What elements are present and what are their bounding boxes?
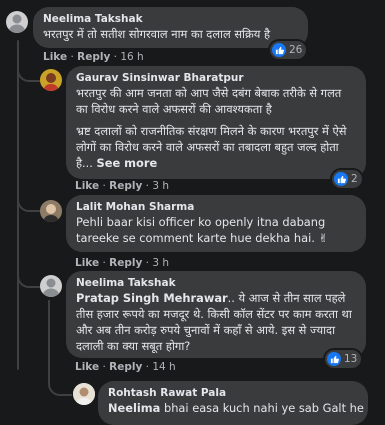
timestamp[interactable]: 16 h	[120, 51, 143, 63]
comment-meta: Like · Reply · 16 h	[43, 51, 144, 63]
profile-photo-icon	[40, 200, 62, 222]
avatar[interactable]	[73, 383, 95, 405]
comment-author[interactable]: Neelima Takshak	[43, 12, 298, 26]
avatar[interactable]	[40, 275, 62, 297]
comment-bubble: Neelima Takshak Pratap Singh Mehrawar.. …	[66, 271, 366, 358]
comment-author[interactable]: Gaurav Sinsinwar Bharatpur	[76, 71, 356, 85]
comment-bubble: Neelima Takshak भरतपुर में तो सतीश सोगरव…	[33, 7, 308, 48]
mention-link[interactable]: Pratap Singh Mehrawar	[76, 291, 228, 305]
see-more-link[interactable]: See more	[97, 156, 158, 170]
comment-bubble: Rohtash Rawat Pala Neelima bhai easa kuc…	[98, 381, 368, 425]
user-placeholder-icon	[42, 278, 60, 297]
like-link[interactable]: Like	[75, 361, 99, 373]
avatar[interactable]	[6, 11, 28, 33]
like-reaction-icon	[334, 172, 348, 186]
like-reaction-icon	[327, 352, 341, 366]
profile-photo-icon	[40, 69, 62, 91]
comment-text-paragraph-1: भरतपुर की आम जनता को आप जैसे दबंग बेबाक …	[76, 86, 342, 116]
mention-link[interactable]: Neelima	[108, 401, 160, 415]
comment-text-paragraph-2: भ्रष्ट दलालों को राजनीतिक संरक्षण मिलने …	[76, 123, 356, 171]
reaction-count[interactable]: 2	[332, 170, 362, 188]
timestamp[interactable]: 14 h	[152, 361, 175, 373]
avatar[interactable]	[40, 200, 62, 222]
comment-text: Pehli baar kisi officer ko openly itna d…	[76, 215, 329, 245]
like-reaction-icon	[272, 43, 286, 57]
comment-author[interactable]: Rohtash Rawat Pala	[108, 386, 358, 400]
comment-bubble: Lalit Mohan Sharma Pehli baar kisi offic…	[66, 195, 366, 252]
reaction-number: 26	[289, 44, 303, 56]
timestamp[interactable]: 3 h	[152, 257, 169, 269]
comment-text: भरतपुर में तो सतीश सोगरवाल नाम का दलाल स…	[43, 27, 271, 41]
reaction-number: 2	[351, 173, 358, 185]
reaction-count[interactable]: 13	[325, 350, 362, 368]
comment-author[interactable]: Lalit Mohan Sharma	[76, 200, 356, 214]
comment-text: Pratap Singh Mehrawar.. ये आज से तीन साल…	[76, 290, 356, 354]
reply-connector	[17, 62, 41, 82]
comment-bubble: Gaurav Sinsinwar Bharatpur भरतपुर की आम …	[66, 66, 366, 179]
timestamp[interactable]: 3 h	[152, 180, 169, 192]
reaction-number: 13	[344, 353, 358, 365]
user-placeholder-icon	[8, 14, 26, 33]
reply-connector	[17, 194, 41, 212]
like-link[interactable]: Like	[43, 51, 67, 63]
reply-link[interactable]: Reply	[109, 257, 142, 269]
reply-link[interactable]: Reply	[109, 361, 142, 373]
reply-link[interactable]: Reply	[109, 180, 142, 192]
reaction-count[interactable]: 26	[270, 41, 307, 59]
profile-photo-icon	[73, 383, 95, 405]
like-link[interactable]: Like	[75, 257, 99, 269]
comment-author[interactable]: Neelima Takshak	[76, 276, 356, 290]
reply-connector	[17, 270, 41, 288]
comment-text: Neelima bhai easa kuch nahi ye sab Galt …	[108, 400, 364, 416]
comment-meta: Like · Reply · 3 h	[75, 257, 170, 269]
comment-meta: Like · Reply · 14 h	[75, 361, 176, 373]
avatar[interactable]	[40, 69, 62, 91]
reply-link[interactable]: Reply	[77, 51, 110, 63]
reply-connector	[48, 300, 72, 396]
comment-meta: Like · Reply · 3 h	[75, 180, 170, 192]
like-link[interactable]: Like	[75, 180, 99, 192]
comment-body: bhai easa kuch nahi ye sab Galt he	[160, 401, 364, 415]
